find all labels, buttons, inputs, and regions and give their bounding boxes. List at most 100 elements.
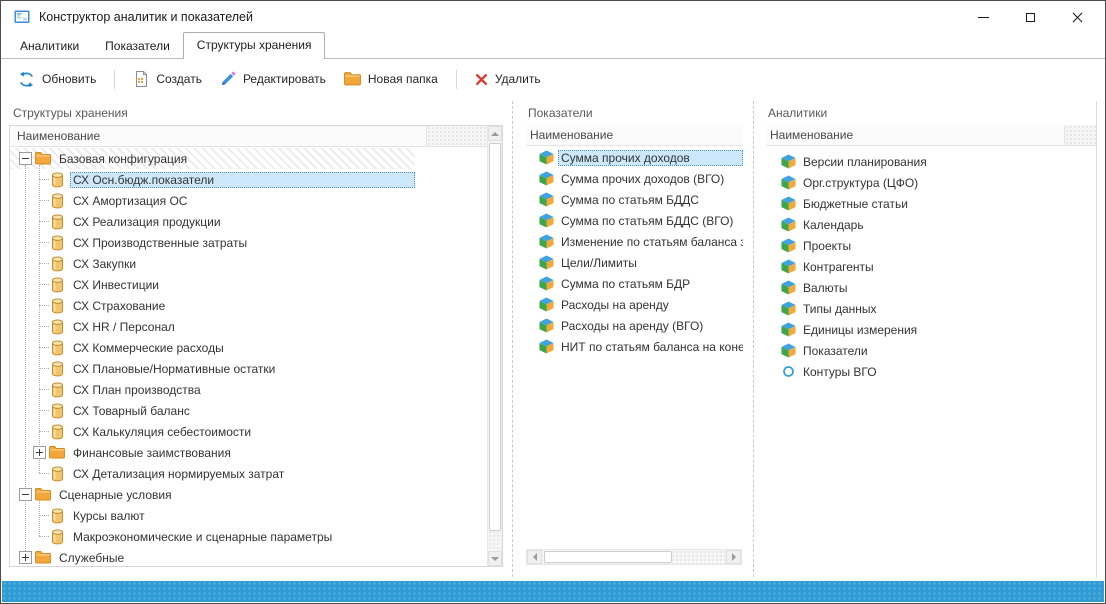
tree-row[interactable]: Служебные xyxy=(10,547,415,566)
storage-panel-title: Структуры хранения xyxy=(13,106,128,120)
scrollbar-thumb[interactable] xyxy=(544,551,672,563)
list-item-label: Календарь xyxy=(800,217,1096,233)
maximize-button[interactable] xyxy=(1007,1,1054,33)
scroll-down-button[interactable] xyxy=(488,551,502,566)
tree-item-label: СХ Инвестиции xyxy=(70,277,415,293)
list-item[interactable]: Сумма прочих доходов (ВГО) xyxy=(526,168,743,189)
list-item[interactable]: Расходы на аренду xyxy=(526,294,743,315)
tree-row[interactable]: СХ Калькуляция себестоимости xyxy=(10,421,415,442)
tree-item-label: Курсы валют xyxy=(70,508,415,524)
storage-table-icon xyxy=(49,382,65,398)
tree-connector-dash xyxy=(39,410,49,411)
tree-row[interactable]: СХ План производства xyxy=(10,379,415,400)
tree-item-label: СХ Страхование xyxy=(70,298,415,314)
panel-separator xyxy=(512,101,513,577)
tree-row[interactable]: СХ Инвестиции xyxy=(10,274,415,295)
scroll-right-button[interactable] xyxy=(726,550,741,564)
folder-icon xyxy=(35,488,51,501)
create-button[interactable]: Создать xyxy=(124,66,211,92)
refresh-button[interactable]: Обновить xyxy=(9,66,105,93)
list-item[interactable]: Сумма по статьям БДДС xyxy=(526,189,743,210)
list-item-label: Расходы на аренду xyxy=(558,297,743,313)
tab-storage-structures[interactable]: Структуры хранения xyxy=(183,32,326,59)
scroll-up-button[interactable] xyxy=(488,126,502,141)
horizontal-scrollbar[interactable] xyxy=(526,549,742,565)
tree-row[interactable]: СХ HR / Персонал xyxy=(10,316,415,337)
list-item-label: Типы данных xyxy=(800,301,1096,317)
tree-row[interactable]: СХ Реализация продукции xyxy=(10,211,415,232)
tree-row[interactable]: СХ Закупки xyxy=(10,253,415,274)
column-header-name[interactable]: Наименование xyxy=(766,125,1065,145)
column-header-name[interactable]: Наименование xyxy=(10,126,427,146)
expander-minus-icon[interactable] xyxy=(19,488,32,501)
cube-icon xyxy=(780,343,796,358)
tree-row[interactable]: СХ Амортизация ОС xyxy=(10,190,415,211)
tree-row[interactable]: Сценарные условия xyxy=(10,484,415,505)
tree-row[interactable]: СХ Детализация нормируемых затрат xyxy=(10,463,415,484)
list-item[interactable]: Типы данных xyxy=(766,298,1096,319)
delete-button[interactable]: Удалить xyxy=(466,67,550,91)
tab-indicators[interactable]: Показатели xyxy=(92,34,183,58)
tree-row[interactable]: Базовая конфигурация xyxy=(10,148,415,169)
scroll-left-button[interactable] xyxy=(527,550,542,564)
tree-row[interactable]: СХ Осн.бюдж.показатели xyxy=(10,169,415,190)
list-item[interactable]: Версии планирования xyxy=(766,151,1096,172)
list-item[interactable]: Сумма по статьям БДР xyxy=(526,273,743,294)
tree-row[interactable]: СХ Плановые/Нормативные остатки xyxy=(10,358,415,379)
tree-row[interactable]: СХ Коммерческие расходы xyxy=(10,337,415,358)
cube-icon xyxy=(780,301,796,316)
list-item[interactable]: Орг.структура (ЦФО) xyxy=(766,172,1096,193)
tab-analytics[interactable]: Аналитики xyxy=(7,34,92,58)
list-item[interactable]: Расходы на аренду (ВГО) xyxy=(526,315,743,336)
expander-plus-icon[interactable] xyxy=(19,551,32,564)
tree-item-label: СХ Амортизация ОС xyxy=(70,193,415,209)
list-item[interactable]: Бюджетные статьи xyxy=(766,193,1096,214)
list-item-label: Сумма прочих доходов xyxy=(558,150,743,166)
cube-icon xyxy=(538,255,554,270)
tree-row[interactable]: Курсы валют xyxy=(10,505,415,526)
refresh-icon xyxy=(18,71,35,88)
minimize-button[interactable] xyxy=(960,1,1007,33)
list-item[interactable]: Контрагенты xyxy=(766,256,1096,277)
tree-connector-dash xyxy=(39,368,49,369)
tree-row[interactable]: СХ Товарный баланс xyxy=(10,400,415,421)
tree-item-label: СХ План производства xyxy=(70,382,415,398)
tree-guide-line xyxy=(39,501,40,536)
new-folder-button[interactable]: Новая папка xyxy=(335,67,447,91)
tree-connector-dash xyxy=(39,515,49,516)
list-item[interactable]: Контуры ВГО xyxy=(766,361,1096,382)
column-header-name[interactable]: Наименование xyxy=(526,125,743,145)
list-item[interactable]: Единицы измерения xyxy=(766,319,1096,340)
tree-row[interactable]: Финансовые заимствования xyxy=(10,442,415,463)
cube-icon xyxy=(538,150,554,165)
close-button[interactable] xyxy=(1054,1,1101,33)
tree-row[interactable]: СХ Страхование xyxy=(10,295,415,316)
storage-table-icon xyxy=(49,235,65,251)
expander-plus-icon[interactable] xyxy=(33,446,46,459)
list-item[interactable]: Валюты xyxy=(766,277,1096,298)
storage-table-icon xyxy=(49,424,65,440)
storage-table-icon xyxy=(49,529,65,545)
list-item[interactable]: Календарь xyxy=(766,214,1096,235)
cube-icon xyxy=(780,154,796,169)
expander-minus-icon[interactable] xyxy=(19,152,32,165)
list-item[interactable]: Изменение по статьям баланса за п xyxy=(526,231,743,252)
tree-row[interactable]: СХ Производственные затраты xyxy=(10,232,415,253)
list-item-label: Версии планирования xyxy=(800,154,1096,170)
analytics-column-header: Наименование xyxy=(766,125,1096,146)
list-item[interactable]: Сумма по статьям БДДС (ВГО) xyxy=(526,210,743,231)
list-item-label: Контрагенты xyxy=(800,259,1096,275)
scrollbar-thumb[interactable] xyxy=(489,143,501,531)
tree-row[interactable]: Макроэкономические и сценарные параметры xyxy=(10,526,415,547)
tree-item-label: СХ HR / Персонал xyxy=(70,319,415,335)
vertical-scrollbar[interactable] xyxy=(487,126,502,566)
list-item[interactable]: Показатели xyxy=(766,340,1096,361)
tree-item-label: Сценарные условия xyxy=(56,487,415,503)
list-item[interactable]: НИТ по статьям баланса на конец п xyxy=(526,336,743,357)
list-item[interactable]: Сумма прочих доходов xyxy=(526,147,743,168)
list-item[interactable]: Цели/Лимиты xyxy=(526,252,743,273)
edit-button[interactable]: Редактировать xyxy=(211,66,335,92)
list-item[interactable]: Проекты xyxy=(766,235,1096,256)
tree-connector-dash xyxy=(39,326,49,327)
cube-icon xyxy=(780,322,796,337)
